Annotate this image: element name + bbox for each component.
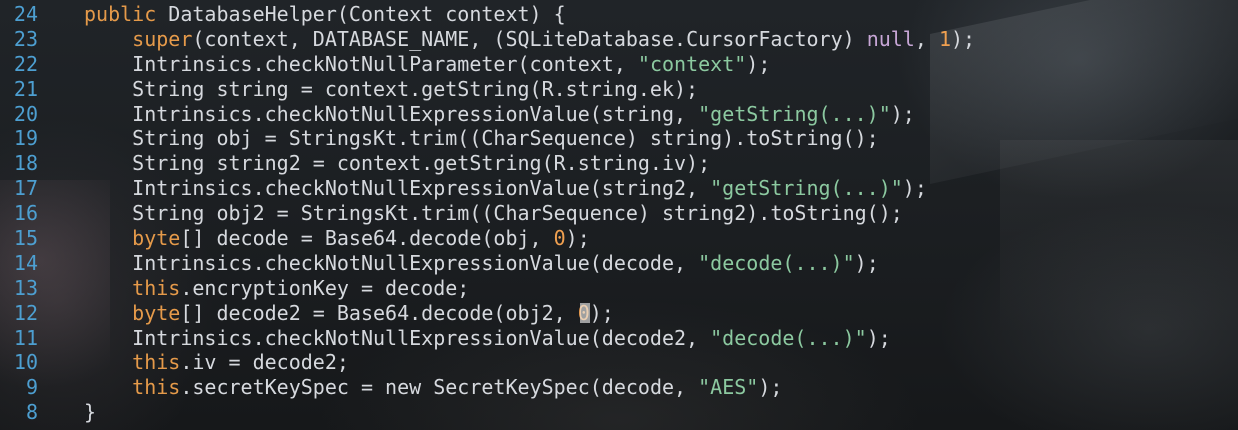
code-token: .secretKeySpec = new SecretKeySpec(decod…: [180, 375, 699, 400]
string-token: "decode(...)": [698, 250, 855, 275]
line-content: byte[] decode2 = Base64.decode(obj2, 0);: [38, 301, 614, 326]
line-number: 9: [25, 375, 38, 400]
code-token: );: [866, 325, 891, 350]
line-number: 14: [13, 250, 38, 275]
code-token: );: [854, 250, 879, 275]
code-token: DatabaseHelper(Context context) {: [156, 2, 566, 26]
code-line[interactable]: 10 this.iv = decode2;: [0, 350, 1238, 375]
keyword-token: byte: [132, 226, 181, 251]
line-content: Intrinsics.checkNotNullExpressionValue(d…: [38, 251, 879, 276]
keyword-token: public: [84, 2, 157, 26]
string-token: "context": [637, 51, 747, 76]
line-content: this.iv = decode2;: [38, 350, 349, 375]
code-token: String string = context.getString(R.stri…: [132, 76, 699, 101]
code-line[interactable]: 20 Intrinsics.checkNotNullExpressionValu…: [0, 102, 1238, 127]
line-content: super(context, DATABASE_NAME, (SQLiteDat…: [38, 27, 975, 52]
code-token: );: [890, 101, 915, 126]
code-token: );: [951, 26, 976, 51]
code-token: [] decode = Base64.decode(obj,: [180, 226, 554, 251]
code-token: );: [746, 51, 771, 76]
line-number: 13: [13, 275, 38, 300]
keyword-token: super: [132, 26, 193, 51]
line-number: 23: [13, 26, 38, 51]
null-token: null: [866, 26, 915, 51]
line-content: String obj = StringsKt.trim((CharSequenc…: [38, 126, 879, 151]
keyword-token: byte: [132, 300, 181, 325]
number-token: 0: [553, 226, 566, 251]
code-line[interactable]: 13 this.encryptionKey = decode;: [0, 276, 1238, 301]
code-line[interactable]: 24 public DatabaseHelper(Context context)…: [0, 2, 1238, 27]
string-token: "getString(...)": [710, 176, 903, 201]
code-line[interactable]: 22 Intrinsics.checkNotNullParameter(cont…: [0, 52, 1238, 77]
code-token: (context, DATABASE_NAME, (SQLiteDatabase…: [192, 26, 867, 51]
code-token: [] decode2 = Base64.decode(obj2,: [180, 300, 578, 325]
line-content: this.encryptionKey = decode;: [38, 276, 469, 301]
line-content: this.secretKeySpec = new SecretKeySpec(d…: [38, 375, 782, 400]
code-token: String obj2 = StringsKt.trim((CharSequen…: [132, 201, 903, 226]
code-line[interactable]: 23 super(context, DATABASE_NAME, (SQLite…: [0, 27, 1238, 52]
keyword-token: this: [132, 375, 181, 400]
line-number: 11: [13, 325, 38, 350]
text-cursor: [579, 302, 590, 323]
code-token: );: [565, 226, 590, 251]
code-token: String string2 = context.getString(R.str…: [132, 151, 711, 176]
code-token: }: [84, 400, 97, 425]
string-token: "getString(...)": [698, 101, 891, 126]
code-token: Intrinsics.checkNotNullExpressionValue(s…: [132, 176, 711, 201]
line-number: 12: [13, 300, 38, 325]
line-number: 15: [13, 226, 38, 251]
code-line[interactable]: 14 Intrinsics.checkNotNullExpressionValu…: [0, 251, 1238, 276]
code-area[interactable]: 24 public DatabaseHelper(Context context)…: [0, 2, 1238, 425]
code-token: );: [902, 176, 927, 201]
line-number: 20: [13, 101, 38, 126]
line-content: byte[] decode = Base64.decode(obj, 0);: [38, 226, 590, 251]
code-line[interactable]: 12 byte[] decode2 = Base64.decode(obj2, …: [0, 301, 1238, 326]
line-content: String obj2 = StringsKt.trim((CharSequen…: [38, 201, 903, 226]
string-token: "decode(...)": [710, 325, 867, 350]
code-line[interactable]: 9 this.secretKeySpec = new SecretKeySpec…: [0, 375, 1238, 400]
line-content: Intrinsics.checkNotNullExpressionValue(s…: [38, 176, 927, 201]
keyword-token: this: [132, 275, 181, 300]
string-token: "AES": [698, 375, 759, 400]
code-token: ,: [914, 26, 939, 51]
code-line[interactable]: 8}: [0, 400, 1238, 425]
code-token: Intrinsics.checkNotNullParameter(context…: [132, 51, 638, 76]
line-number: 24: [13, 2, 38, 26]
keyword-token: this: [132, 350, 181, 375]
line-content: Intrinsics.checkNotNullExpressionValue(s…: [38, 102, 915, 127]
line-number: 18: [13, 151, 38, 176]
line-content: Intrinsics.checkNotNullParameter(context…: [38, 52, 770, 77]
code-line[interactable]: 18 String string2 = context.getString(R.…: [0, 151, 1238, 176]
code-token: );: [589, 300, 614, 325]
code-line[interactable]: 17 Intrinsics.checkNotNullExpressionValu…: [0, 176, 1238, 201]
line-number: 21: [13, 76, 38, 101]
line-content: }: [38, 400, 96, 425]
code-editor[interactable]: 24 public DatabaseHelper(Context context)…: [0, 0, 1238, 430]
line-number: 16: [13, 201, 38, 226]
code-token: Intrinsics.checkNotNullExpressionValue(d…: [132, 250, 699, 275]
code-token: .encryptionKey = decode;: [180, 275, 470, 300]
code-token: Intrinsics.checkNotNullExpressionValue(s…: [132, 101, 699, 126]
code-line[interactable]: 15 byte[] decode = Base64.decode(obj, 0)…: [0, 226, 1238, 251]
line-number: 10: [13, 350, 38, 375]
number-token: 1: [938, 26, 951, 51]
code-token: );: [758, 375, 783, 400]
line-number: 19: [13, 126, 38, 151]
line-content: String string = context.getString(R.stri…: [38, 77, 698, 102]
code-line[interactable]: 21 String string = context.getString(R.s…: [0, 77, 1238, 102]
code-line[interactable]: 11 Intrinsics.checkNotNullExpressionValu…: [0, 326, 1238, 351]
code-token: .iv = decode2;: [180, 350, 349, 375]
line-content: Intrinsics.checkNotNullExpressionValue(d…: [38, 326, 891, 351]
line-number: 22: [13, 51, 38, 76]
line-content: String string2 = context.getString(R.str…: [38, 151, 710, 176]
line-number: 17: [13, 176, 38, 201]
code-line[interactable]: 19 String obj = StringsKt.trim((CharSequ…: [0, 126, 1238, 151]
code-token: String obj = StringsKt.trim((CharSequenc…: [132, 126, 879, 151]
line-number: 8: [25, 400, 38, 425]
code-line[interactable]: 16 String obj2 = StringsKt.trim((CharSeq…: [0, 201, 1238, 226]
code-token: Intrinsics.checkNotNullExpressionValue(d…: [132, 325, 711, 350]
line-content: public DatabaseHelper(Context context) {: [38, 2, 566, 27]
